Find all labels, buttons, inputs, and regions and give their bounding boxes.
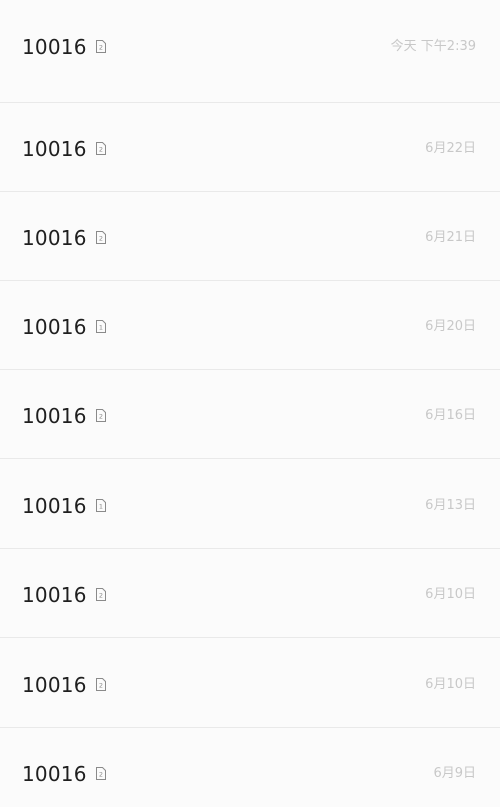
sim-slot-number: 2	[99, 413, 103, 421]
sender-number: 10016	[22, 494, 87, 518]
sim-slot-number: 2	[99, 44, 103, 52]
sim-slot-number: 2	[99, 592, 103, 600]
sim-card-icon: 2	[95, 767, 106, 780]
message-date: 6月10日	[425, 677, 476, 692]
message-date: 6月16日	[425, 408, 476, 423]
sender-number: 10016	[22, 673, 87, 697]
sim-card-icon: 2	[95, 142, 106, 155]
message-date: 6月21日	[425, 230, 476, 245]
sender-number: 10016	[22, 226, 87, 250]
sim-card-icon: 2	[95, 231, 106, 244]
message-date: 6月20日	[425, 319, 476, 334]
message-list: 10016 2 今天 下午2:39 10016 2 6月22日 10016 2 …	[0, 0, 500, 807]
message-row[interactable]: 10016 2 6月16日	[0, 370, 500, 459]
message-row[interactable]: 10016 2 6月9日	[0, 728, 500, 807]
message-date: 6月13日	[425, 498, 476, 513]
sim-slot-number: 2	[99, 146, 103, 154]
message-row[interactable]: 10016 2 今天 下午2:39	[0, 0, 500, 103]
sender-number: 10016	[22, 583, 87, 607]
message-date: 6月22日	[425, 141, 476, 156]
sender-number: 10016	[22, 35, 87, 59]
sender-number: 10016	[22, 315, 87, 339]
sender-number: 10016	[22, 762, 87, 786]
sim-card-icon: 2	[95, 678, 106, 691]
sim-slot-number: 2	[99, 682, 103, 690]
message-date: 6月10日	[425, 587, 476, 602]
sender-number: 10016	[22, 404, 87, 428]
message-date: 6月9日	[433, 766, 476, 781]
message-date: 今天 下午2:39	[390, 39, 476, 54]
sim-slot-number: 1	[99, 324, 103, 332]
message-row[interactable]: 10016 1 6月20日	[0, 281, 500, 370]
sim-card-icon: 2	[95, 588, 106, 601]
sim-card-icon: 2	[95, 40, 106, 53]
sender-number: 10016	[22, 137, 87, 161]
sim-slot-number: 1	[99, 503, 103, 511]
sim-card-icon: 1	[95, 320, 106, 333]
message-row[interactable]: 10016 2 6月10日	[0, 549, 500, 638]
sim-card-icon: 2	[95, 409, 106, 422]
message-row[interactable]: 10016 2 6月21日	[0, 192, 500, 281]
message-row[interactable]: 10016 1 6月13日	[0, 460, 500, 549]
message-row[interactable]: 10016 2 6月22日	[0, 103, 500, 192]
sim-slot-number: 2	[99, 235, 103, 243]
message-row[interactable]: 10016 2 6月10日	[0, 639, 500, 728]
sim-card-icon: 1	[95, 499, 106, 512]
sim-slot-number: 2	[99, 771, 103, 779]
